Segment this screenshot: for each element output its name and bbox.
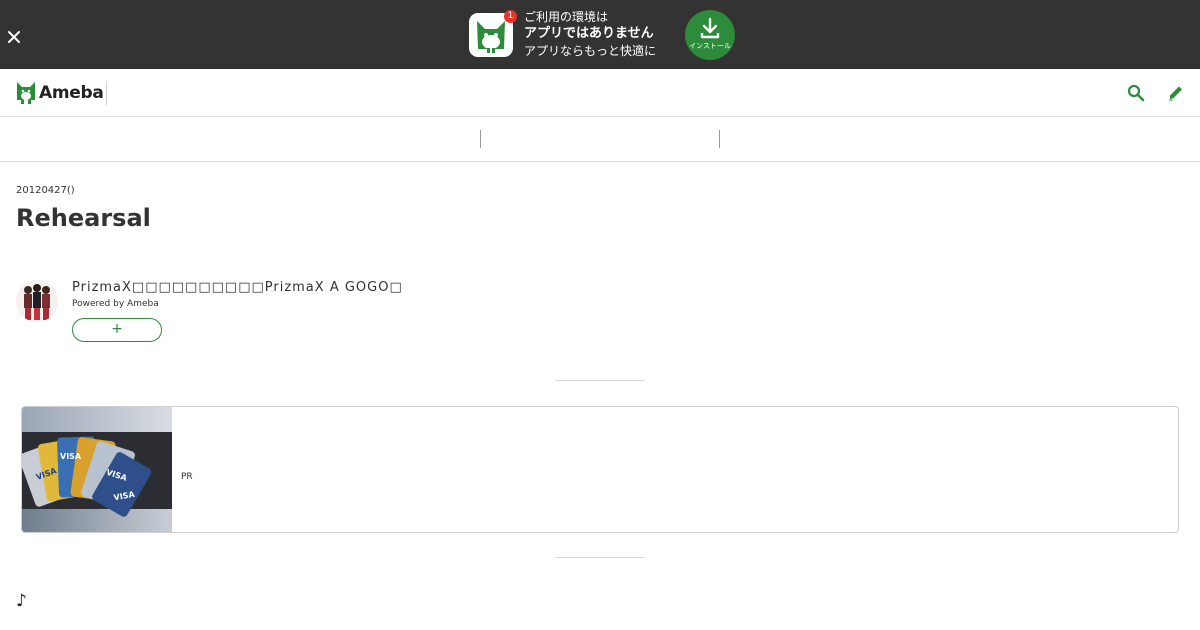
ameba-mascot-icon [17,82,35,104]
banner-line3: アプリならもっと快適に [524,44,657,58]
nav-separator [719,130,720,148]
post-title: Rehearsal [16,204,151,232]
install-button[interactable]: インストール [685,10,735,60]
svg-text:VISA: VISA [60,452,82,461]
nav-separator [480,130,481,148]
pencil-icon[interactable] [1168,84,1184,101]
banner-line1: ご利用の環境は [524,10,609,24]
ameba-logo[interactable]: Ameba [16,80,104,106]
divider [555,557,645,558]
author-name[interactable]: PrizmaX□□□□□□□□□□PrizmaX A GOGO□ [72,280,403,295]
search-icon[interactable] [1127,84,1145,102]
header-divider [106,81,107,105]
banner-line2: アプリではありません [524,26,654,41]
site-header: Ameba [0,69,1200,117]
banner-message: ご利用の環境は アプリではありません アプリならもっと快適に [524,9,656,59]
ad-card[interactable]: VISA VISA VISA VISA PR [21,406,1179,533]
powered-by: Powered by Ameba [72,299,159,309]
install-label: インストール [689,42,731,50]
ad-pr-label: PR [181,472,193,482]
blog-nav [0,117,1200,162]
avatar[interactable] [16,280,58,322]
logo-text: Ameba [39,83,104,103]
app-install-banner: 1 ご利用の環境は アプリではありません アプリならもっと快適に インストール [0,0,1200,69]
post-body-text: ♪ [16,591,27,611]
download-icon [700,17,720,39]
divider [555,380,645,381]
credit-cards-image: VISA VISA VISA VISA [22,407,172,532]
follow-button[interactable]: + [72,318,162,342]
notification-badge: 1 [504,10,517,23]
close-icon[interactable] [6,29,22,45]
post-date: 20120427() [16,185,75,196]
